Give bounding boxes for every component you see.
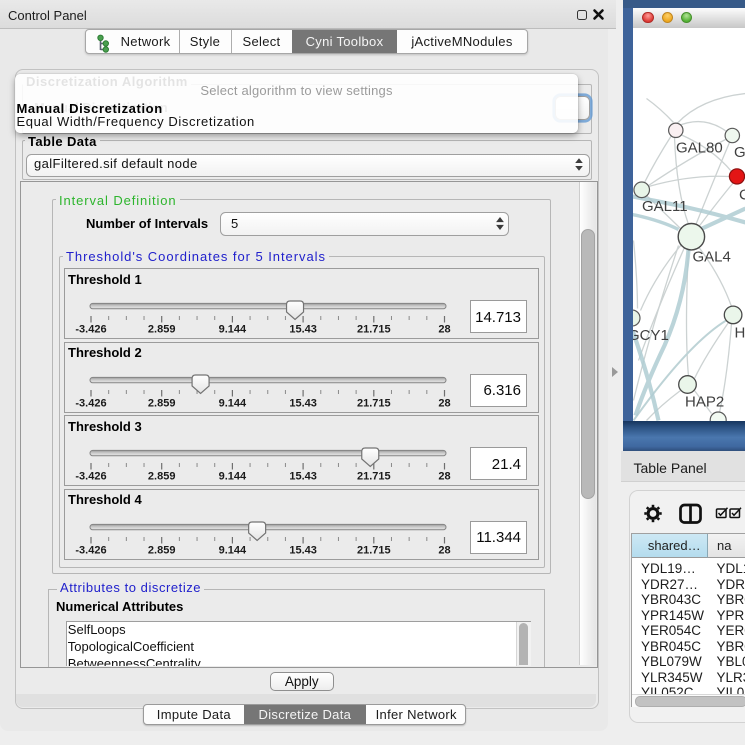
svg-text:28: 28 xyxy=(438,397,450,409)
svg-text:C: C xyxy=(739,186,745,203)
svg-text:21.715: 21.715 xyxy=(356,471,390,483)
svg-text:9.144: 9.144 xyxy=(218,324,246,336)
svg-text:21.715: 21.715 xyxy=(356,397,390,409)
svg-text:H: H xyxy=(734,324,745,341)
svg-text:28: 28 xyxy=(438,471,450,483)
svg-text:15.43: 15.43 xyxy=(289,324,317,336)
svg-text:2.859: 2.859 xyxy=(147,471,175,483)
svg-text:2.859: 2.859 xyxy=(147,544,175,556)
svg-text:-3.426: -3.426 xyxy=(75,324,106,336)
svg-text:21.715: 21.715 xyxy=(356,324,390,336)
svg-text:GCY1: GCY1 xyxy=(633,327,669,344)
svg-text:-3.426: -3.426 xyxy=(75,544,106,556)
svg-text:15.43: 15.43 xyxy=(289,397,317,409)
svg-text:9.144: 9.144 xyxy=(218,544,246,556)
svg-text:9.144: 9.144 xyxy=(218,471,246,483)
svg-text:-3.426: -3.426 xyxy=(75,397,106,409)
svg-text:15.43: 15.43 xyxy=(289,544,317,556)
svg-text:21.715: 21.715 xyxy=(356,544,390,556)
svg-text:GAL4: GAL4 xyxy=(692,248,730,265)
svg-text:28: 28 xyxy=(438,324,450,336)
svg-text:28: 28 xyxy=(438,544,450,556)
svg-text:2.859: 2.859 xyxy=(147,397,175,409)
svg-text:9.144: 9.144 xyxy=(218,397,246,409)
svg-text:15.43: 15.43 xyxy=(289,471,317,483)
svg-text:2.859: 2.859 xyxy=(147,324,175,336)
svg-text:GA: GA xyxy=(734,144,745,161)
svg-text:GAL11: GAL11 xyxy=(642,198,688,215)
svg-text:-3.426: -3.426 xyxy=(75,471,106,483)
svg-text:GAL80: GAL80 xyxy=(676,139,723,156)
svg-text:HAP2: HAP2 xyxy=(685,393,724,410)
